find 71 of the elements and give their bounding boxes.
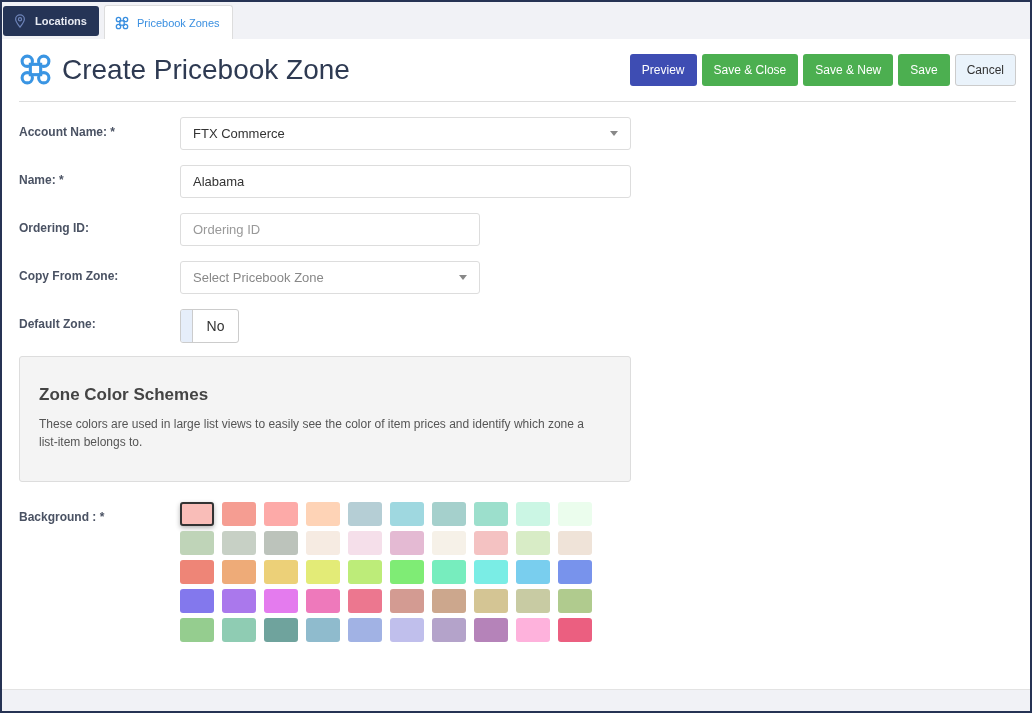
color-swatch[interactable]	[222, 560, 256, 584]
color-swatch[interactable]	[390, 531, 424, 555]
color-swatch[interactable]	[348, 589, 382, 613]
color-swatch[interactable]	[306, 589, 340, 613]
location-pin-icon	[13, 14, 27, 28]
color-swatch[interactable]	[180, 502, 214, 526]
color-swatch[interactable]	[558, 618, 592, 642]
color-swatch[interactable]	[474, 502, 508, 526]
color-swatch[interactable]	[222, 502, 256, 526]
field-label: Default Zone:	[19, 316, 97, 331]
color-swatch[interactable]	[264, 502, 298, 526]
color-swatch[interactable]	[432, 560, 466, 584]
select-field[interactable]: Select Pricebook Zone	[180, 261, 480, 294]
color-swatch[interactable]	[306, 618, 340, 642]
caret-icon	[459, 275, 467, 280]
color-swatch[interactable]	[474, 560, 508, 584]
color-swatch[interactable]	[474, 589, 508, 613]
color-swatch[interactable]	[348, 560, 382, 584]
caret-icon	[610, 131, 618, 136]
color-swatch[interactable]	[222, 618, 256, 642]
color-swatch[interactable]	[558, 531, 592, 555]
field-label: Ordering ID:	[19, 220, 90, 235]
color-swatch[interactable]	[306, 502, 340, 526]
color-swatch[interactable]	[516, 618, 550, 642]
zone-icon	[19, 53, 52, 86]
toggle-switch[interactable]: No	[180, 309, 239, 343]
color-swatch[interactable]	[432, 618, 466, 642]
color-swatch[interactable]	[516, 502, 550, 526]
action-button[interactable]: Cancel	[954, 53, 1016, 86]
color-swatch[interactable]	[264, 618, 298, 642]
field-label: Account Name: *	[19, 124, 117, 139]
color-swatch[interactable]	[264, 560, 298, 584]
action-button[interactable]: Preview	[629, 53, 697, 86]
color-swatch[interactable]	[348, 531, 382, 555]
panel-text: These colors are used in large list views to easily see the color of item prices and identify which zone a list-item belongs to.	[39, 416, 585, 451]
color-swatch[interactable]	[264, 589, 298, 613]
field-label: Background : *	[19, 509, 106, 526]
color-swatch[interactable]	[516, 531, 550, 555]
color-swatch[interactable]	[390, 589, 424, 613]
tab[interactable]: Locations	[3, 6, 99, 36]
color-swatch[interactable]	[390, 618, 424, 642]
zone-icon	[114, 15, 129, 30]
color-swatch[interactable]	[474, 531, 508, 555]
color-swatch[interactable]	[516, 560, 550, 584]
color-swatch[interactable]	[306, 560, 340, 584]
color-swatch[interactable]	[180, 560, 214, 584]
color-swatch[interactable]	[180, 531, 214, 555]
color-swatch[interactable]	[432, 589, 466, 613]
color-swatch[interactable]	[390, 560, 424, 584]
color-swatch[interactable]	[348, 502, 382, 526]
color-swatch[interactable]	[558, 560, 592, 584]
color-swatch[interactable]	[516, 589, 550, 613]
color-swatch[interactable]	[222, 531, 256, 555]
color-swatch[interactable]	[180, 618, 214, 642]
select-field[interactable]: FTX Commerce	[180, 117, 631, 150]
field-label: Name: *	[19, 172, 65, 187]
color-swatch[interactable]	[348, 618, 382, 642]
tab[interactable]: Pricebook Zones	[103, 5, 233, 39]
color-swatch[interactable]	[474, 618, 508, 642]
page-title: Create Pricebook Zone	[62, 53, 350, 86]
color-swatch[interactable]	[264, 531, 298, 555]
color-swatch[interactable]	[432, 502, 466, 526]
input-field[interactable]: Alabama	[180, 165, 631, 198]
color-swatch[interactable]	[558, 589, 592, 613]
color-swatch[interactable]	[306, 531, 340, 555]
input-field[interactable]: Ordering ID	[180, 213, 480, 246]
panel-title: Zone Color Schemes	[39, 385, 210, 405]
color-swatch[interactable]	[390, 502, 424, 526]
color-swatch[interactable]	[222, 589, 256, 613]
field-label: Copy From Zone:	[19, 268, 120, 283]
color-swatch[interactable]	[180, 589, 214, 613]
